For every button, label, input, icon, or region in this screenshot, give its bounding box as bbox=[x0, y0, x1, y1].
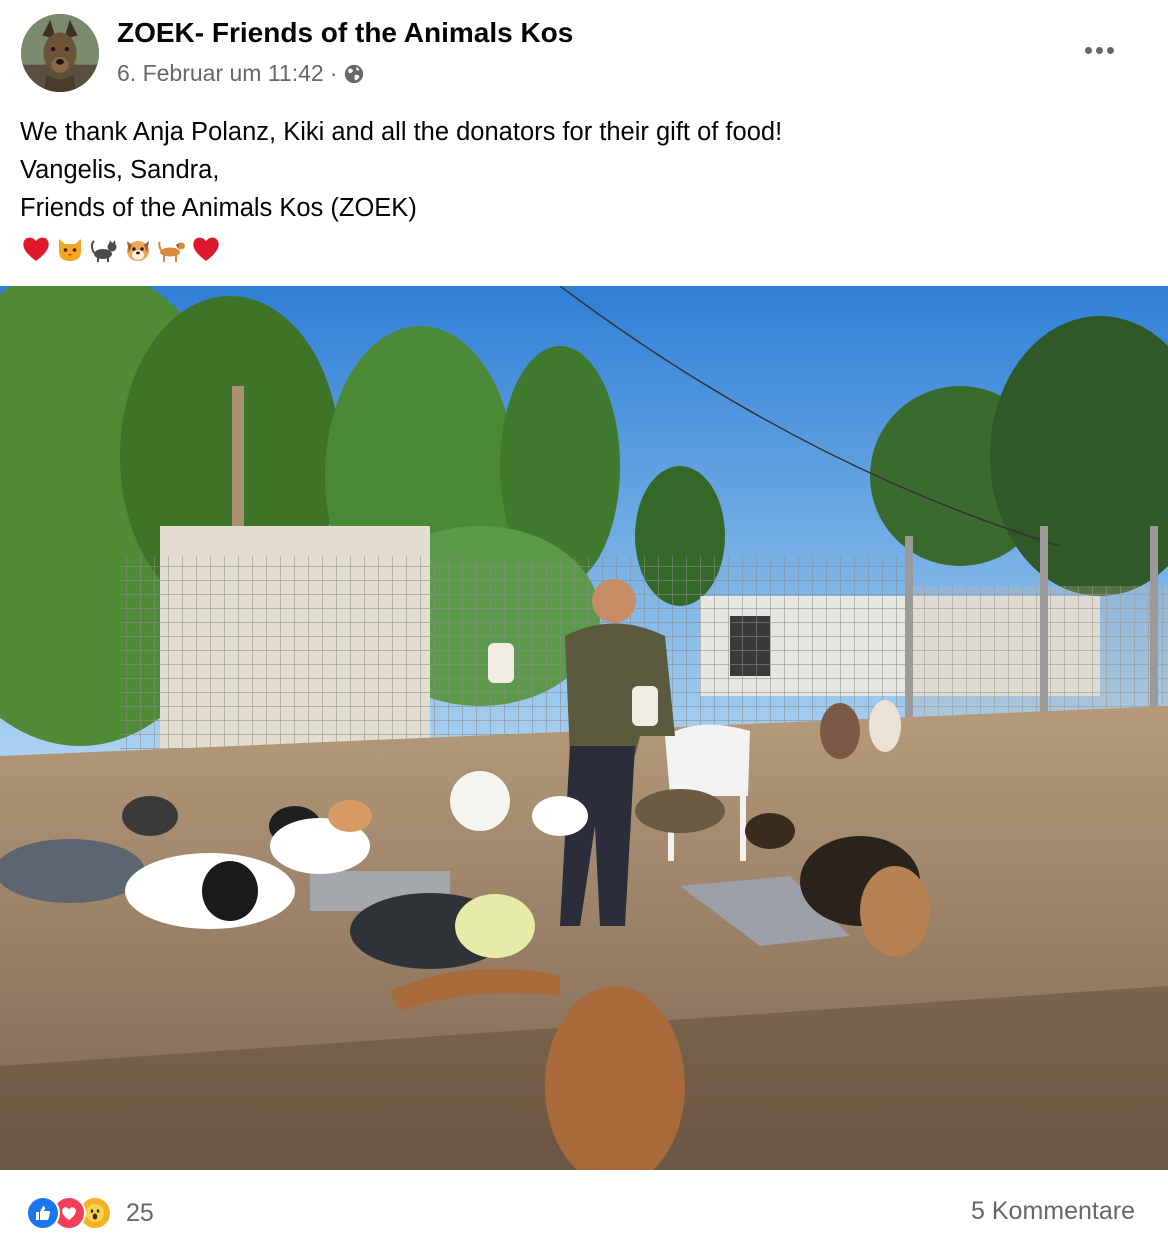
page-avatar[interactable] bbox=[21, 14, 99, 92]
facebook-post: ZOEK- Friends of the Animals Kos 6. Febr… bbox=[0, 0, 1168, 1254]
comments-count-link[interactable]: 5 Kommentare bbox=[971, 1197, 1135, 1226]
more-options-dot bbox=[1095, 46, 1103, 54]
meta-separator: · bbox=[329, 60, 338, 86]
post-text: We thank Anja Polanz, Kiki and all the d… bbox=[20, 113, 782, 265]
cat-face-icon bbox=[59, 239, 81, 261]
dog-face-icon bbox=[127, 241, 149, 261]
shelter-yard-photo bbox=[0, 286, 1168, 1170]
dog-avatar-image bbox=[21, 14, 99, 92]
post-meta: 6. Februar um 11:42 · bbox=[117, 60, 365, 87]
post-text-line: We thank Anja Polanz, Kiki and all the d… bbox=[20, 118, 783, 146]
more-options-button[interactable] bbox=[1076, 30, 1122, 70]
page-name-link[interactable]: ZOEK- Friends of the Animals Kos bbox=[117, 17, 573, 49]
post-timestamp[interactable]: 6. Februar um 11:42 bbox=[117, 60, 324, 87]
post-text-line: Vangelis, Sandra, bbox=[20, 156, 220, 184]
cat-icon bbox=[91, 240, 117, 262]
emoji-row bbox=[20, 233, 782, 265]
more-options-icon bbox=[1084, 46, 1092, 54]
reaction-count[interactable]: 25 bbox=[126, 1199, 154, 1228]
dog-icon bbox=[158, 241, 185, 262]
post-text-line: Friends of the Animals Kos (ZOEK) bbox=[20, 194, 417, 222]
reactions-summary[interactable]: 25 bbox=[26, 1195, 154, 1231]
post-photo[interactable] bbox=[0, 286, 1168, 1170]
like-icon bbox=[26, 1196, 60, 1230]
red-heart-icon bbox=[23, 237, 49, 261]
red-heart-icon bbox=[193, 237, 219, 261]
globe-icon[interactable] bbox=[343, 63, 365, 85]
more-options-dot bbox=[1106, 46, 1114, 54]
